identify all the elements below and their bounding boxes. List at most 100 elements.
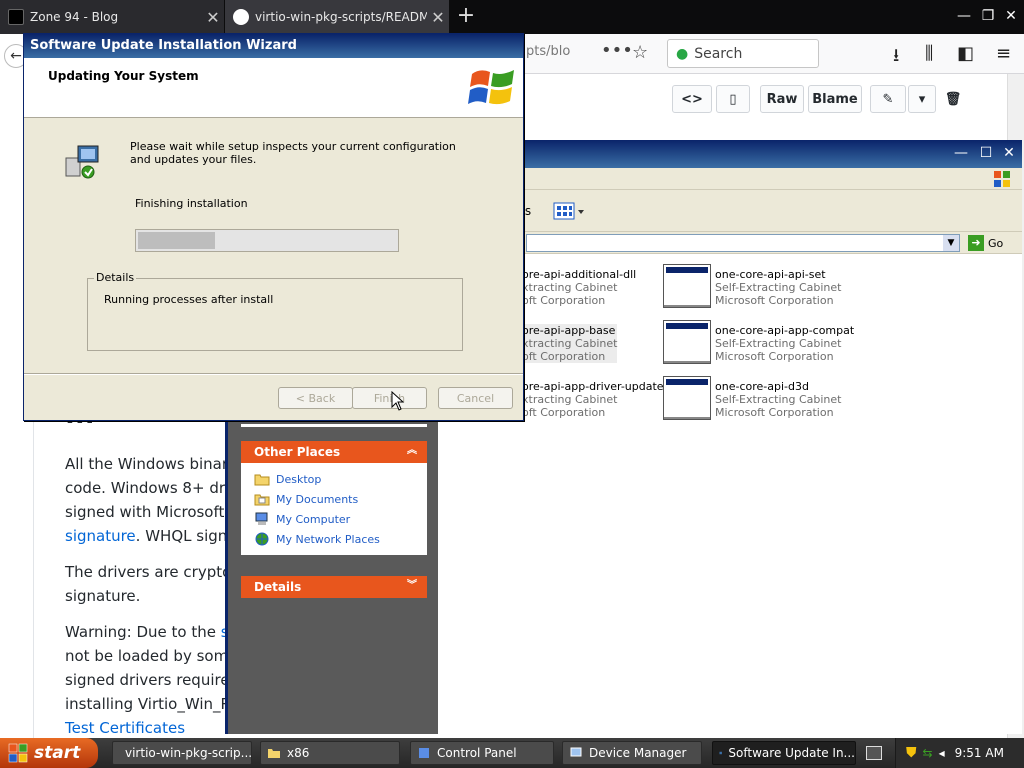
task-label: x86 — [287, 746, 310, 760]
file-name: ore-api-app-base — [522, 324, 616, 337]
edit-pencil-icon[interactable]: ✎ — [870, 85, 906, 113]
blame-button[interactable]: Blame — [808, 85, 862, 113]
close-icon[interactable]: ✕ — [999, 145, 1019, 163]
site-favicon-icon — [8, 9, 24, 25]
wizard-separator — [24, 373, 523, 375]
file-item[interactable]: ore-api-additional-dll xtracting Cabinet o… — [522, 268, 636, 307]
volume-icon[interactable]: ◂ — [939, 746, 945, 760]
update-wizard-dialog: Software Update Installation Wizard Upda… — [23, 33, 524, 421]
close-tab-icon[interactable]: ✕ — [427, 8, 449, 27]
go-button[interactable]: ➜ Go — [968, 234, 1003, 252]
back-button[interactable]: < Back — [278, 387, 353, 409]
network-globe-icon — [255, 532, 269, 546]
wizard-header: Updating Your System — [24, 58, 523, 118]
file-company: oft Corporation — [522, 350, 606, 363]
file-name: ore-api-additional-dll — [522, 268, 637, 281]
file-item[interactable]: one-core-api-app-compat Self-Extracting C… — [663, 320, 854, 364]
cancel-button[interactable]: Cancel — [438, 387, 513, 409]
file-type: Self-Extracting Cabinet — [715, 393, 842, 406]
task-software-update[interactable]: Software Update In... — [712, 741, 856, 765]
start-label: start — [34, 743, 81, 763]
file-view-icon[interactable]: ▯ — [716, 85, 750, 113]
minimize-icon[interactable]: — — [954, 6, 974, 26]
security-shield-icon[interactable]: ⛊ — [906, 745, 917, 761]
clock[interactable]: 9:51 AM — [955, 746, 1004, 760]
place-my-network-places[interactable]: My Network Places — [254, 529, 427, 549]
signature-link[interactable]: signature — [65, 527, 136, 545]
task-label: Device Manager — [589, 746, 687, 760]
restore-icon[interactable]: ❐ — [978, 6, 998, 26]
raw-button[interactable]: Raw — [760, 85, 804, 113]
details-groupbox — [87, 278, 463, 351]
wizard-message: Please wait while setup inspects your cu… — [130, 140, 456, 166]
code-view-icon[interactable]: <> — [672, 85, 712, 113]
bookmark-star-icon[interactable]: ☆ — [632, 42, 648, 63]
article-line: not be loaded by some — [65, 647, 234, 665]
page-actions-icon[interactable]: ••• — [601, 40, 633, 61]
details-header[interactable]: Details ︾ — [241, 576, 427, 598]
article-line: signature. — [65, 587, 141, 605]
file-list: ore-api-additional-dll xtracting Cabinet o… — [438, 254, 1022, 734]
setup-icon — [719, 751, 722, 755]
sidebar-icon[interactable]: ◧ — [957, 43, 974, 64]
place-label: My Documents — [276, 492, 359, 506]
file-type: xtracting Cabinet — [522, 337, 618, 350]
article-line: The drivers are cryptog — [65, 563, 234, 581]
progress-fill — [138, 232, 216, 249]
control-panel-icon — [419, 748, 429, 758]
article-line: Test Certificates — [65, 716, 234, 738]
file-company: Microsoft Corporation — [715, 294, 834, 307]
other-places-panel: Other Places ︽ Desktop My Documents My C… — [241, 441, 427, 555]
place-my-computer[interactable]: My Computer — [254, 509, 427, 529]
place-desktop[interactable]: Desktop — [254, 469, 427, 489]
close-window-icon[interactable]: ✕ — [1001, 6, 1021, 26]
expand-chevron-icon[interactable]: ︾ — [405, 579, 419, 593]
minimize-icon[interactable]: — — [951, 145, 971, 163]
views-icon[interactable] — [553, 202, 585, 220]
collapse-chevron-icon[interactable]: ︽ — [405, 444, 419, 458]
details-text: Running processes after install — [104, 293, 274, 306]
menu-icon[interactable]: ≡ — [996, 43, 1011, 64]
finish-button[interactable]: Finish — [352, 387, 427, 409]
file-item[interactable]: ore-api-app-base xtracting Cabinet oft Cor… — [522, 324, 618, 363]
edit-dropdown-icon[interactable]: ▾ — [908, 85, 936, 113]
article-line: Warning: Due to the sig — [65, 620, 234, 644]
file-type: xtracting Cabinet — [522, 393, 618, 406]
file-company: oft Corporation — [522, 294, 606, 307]
windows-flag-icon — [994, 171, 1010, 187]
system-tray: ⛊ ⇆ ◂ 9:51 AM — [895, 738, 1024, 768]
file-item[interactable]: ore-api-app-driver-update xtracting Cabin… — [522, 380, 664, 419]
other-places-header[interactable]: Other Places ︽ — [241, 441, 427, 463]
file-item[interactable]: one-core-api-d3d Self-Extracting Cabinet M… — [663, 376, 841, 420]
task-device-manager[interactable]: Device Manager — [562, 741, 702, 765]
keyboard-icon[interactable] — [866, 746, 882, 760]
download-icon[interactable]: ⭳ — [893, 43, 899, 73]
tab-title: virtio-win-pkg-scripts/README.md — [255, 10, 427, 24]
go-arrow-icon: ➜ — [968, 235, 984, 251]
tab-readme[interactable]: virtio-win-pkg-scripts/README.md ✕ — [225, 0, 449, 34]
maximize-icon[interactable]: ☐ — [976, 145, 996, 163]
address-input[interactable]: ▼ — [526, 234, 960, 252]
article-line: signature. WHQL signe — [65, 524, 234, 548]
close-tab-icon[interactable]: ✕ — [202, 8, 224, 27]
file-type: Self-Extracting Cabinet — [715, 281, 842, 294]
task-control-panel[interactable]: Control Panel — [410, 741, 554, 765]
task-x86[interactable]: x86 — [260, 741, 400, 765]
new-tab-icon[interactable]: + — [454, 4, 478, 28]
wizard-heading: Updating Your System — [48, 69, 199, 83]
network-icon[interactable]: ⇆ — [923, 746, 933, 760]
article-text: Warning: Due to the — [65, 623, 221, 641]
address-dropdown-icon[interactable]: ▼ — [943, 235, 959, 251]
tab-zone94-blog[interactable]: Zone 94 - Blog ✕ — [0, 0, 224, 34]
mouse-cursor-icon — [391, 391, 405, 411]
library-icon[interactable]: ⫼ — [925, 43, 933, 64]
search-input[interactable]: ● Search — [667, 39, 819, 68]
panel-title: Other Places — [254, 445, 341, 459]
test-certificates-link[interactable]: Test Certificates — [65, 719, 185, 737]
place-my-documents[interactable]: My Documents — [254, 489, 427, 509]
start-button[interactable]: start — [0, 738, 98, 768]
delete-trash-icon[interactable]: 🗑 — [942, 85, 964, 113]
file-item[interactable]: one-core-api-api-set Self-Extracting Cabi… — [663, 264, 841, 308]
task-browser[interactable]: virtio-win-pkg-scrip... — [112, 741, 252, 765]
wizard-title-bar[interactable]: Software Update Installation Wizard — [24, 34, 523, 58]
